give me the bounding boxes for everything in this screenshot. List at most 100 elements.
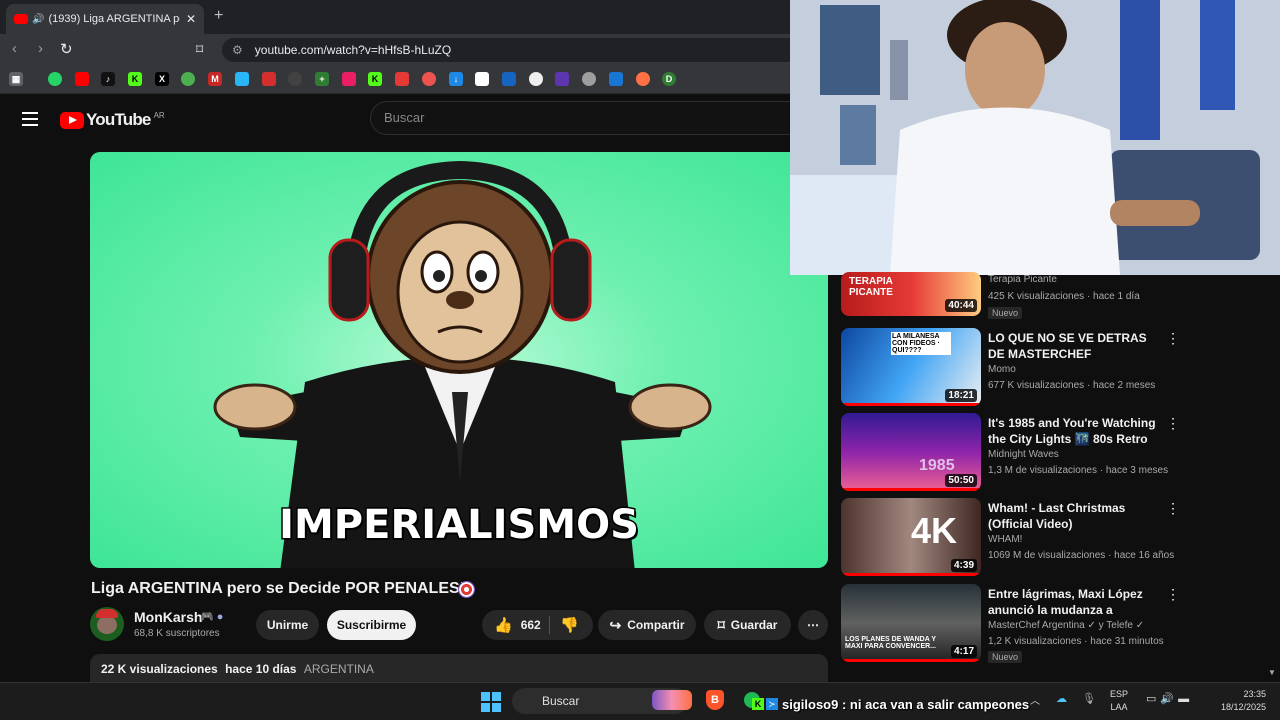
- recommendation-channel[interactable]: WHAM!: [988, 534, 1022, 545]
- sheet-bookmark-icon[interactable]: +: [315, 72, 329, 86]
- description-box[interactable]: 22 K visualizaciones hace 10 días ARGENT…: [90, 654, 828, 684]
- recommendation-meta: 1,3 M de visualizaciones · hace 3 meses: [988, 465, 1169, 476]
- photo-bookmark-icon[interactable]: [475, 72, 489, 86]
- recommendation-channel[interactable]: Momo: [988, 364, 1016, 375]
- recommendation-item[interactable]: 4K 4:39 Wham! - Last Christmas (Official…: [841, 498, 1271, 578]
- recommendation-item[interactable]: LOS PLANES DE WANDA Y MAXI PARA CONVENCE…: [841, 584, 1271, 664]
- save-button[interactable]: ⌑ Guardar: [704, 610, 791, 640]
- tiktok-icon[interactable]: ♪: [101, 72, 115, 86]
- circle-bookmark-icon[interactable]: [422, 72, 436, 86]
- stats-bookmark-icon[interactable]: [262, 72, 276, 86]
- language-indicator[interactable]: ESP LAA: [1110, 688, 1128, 714]
- recommendation-thumbnail[interactable]: LOS PLANES DE WANDA Y MAXI PARA CONVENCE…: [841, 584, 981, 662]
- recommendation-title[interactable]: Wham! - Last Christmas (Official Video): [988, 500, 1158, 532]
- headset-bookmark-icon[interactable]: [288, 72, 302, 86]
- recommendation-item[interactable]: TERAPIA PICANTE 40:44 Terapia Picante 42…: [841, 258, 1271, 338]
- blocks-bookmark-icon[interactable]: [502, 72, 516, 86]
- battery-icon[interactable]: ▬: [1178, 693, 1193, 705]
- kick-bookmark-icon[interactable]: K: [368, 72, 382, 86]
- new-tab-button[interactable]: +: [214, 7, 223, 25]
- purple-bookmark-icon[interactable]: [555, 72, 569, 86]
- windows-start-icon[interactable]: [481, 692, 501, 712]
- scroll-down-arrow-icon[interactable]: ▼: [1268, 668, 1276, 677]
- site-info-icon[interactable]: ⚙: [232, 43, 243, 57]
- x-twitter-icon[interactable]: X: [155, 72, 169, 86]
- share-button[interactable]: ↪ Compartir: [598, 610, 696, 640]
- join-button[interactable]: Unirme: [256, 610, 319, 640]
- stream-chat-message: sigiloso9 : ni aca van a salir campeones: [782, 697, 1030, 712]
- share-arrow-icon: ↪: [609, 616, 622, 633]
- recommendation-title[interactable]: Entre lágrimas, Maxi López anunció la mu…: [988, 586, 1158, 618]
- more-options-icon[interactable]: ⋮: [1166, 330, 1180, 347]
- address-bar[interactable]: ⚙ youtube.com/watch?v=hHfsB-hLuZQ: [222, 38, 822, 62]
- recommendation-title[interactable]: LO QUE NO SE VE DETRAS DE MASTERCHEF: [988, 330, 1158, 362]
- back-arrow-icon[interactable]: ‹: [12, 40, 17, 57]
- recommendation-thumbnail[interactable]: LA MILANESA CON FIDEOS · QUI???? 18:21: [841, 328, 981, 406]
- watch-progress-bar: [841, 573, 981, 576]
- d-bookmark-icon[interactable]: D: [662, 72, 676, 86]
- tray-overflow-chevron-icon[interactable]: ︿: [1030, 692, 1040, 707]
- kick-icon[interactable]: K: [128, 72, 142, 86]
- reload-icon[interactable]: ↻: [60, 40, 73, 58]
- download-red-icon[interactable]: [395, 72, 409, 86]
- video-duration: 18:21: [945, 389, 977, 402]
- recommendation-channel[interactable]: Terapia Picante: [988, 274, 1057, 285]
- browser-tab[interactable]: 🔊 (1939) Liga ARGENTINA pero ✕: [6, 4, 204, 34]
- tab-close-icon[interactable]: ✕: [186, 12, 196, 26]
- xbox-icon[interactable]: [181, 72, 195, 86]
- mic-tray-icon[interactable]: 🎙: [1082, 692, 1096, 705]
- video-player[interactable]: IMPERIALISMOS: [90, 152, 828, 568]
- more-options-icon[interactable]: ⋮: [1166, 500, 1180, 517]
- menu-icon[interactable]: [22, 112, 38, 126]
- bookmark-star-icon[interactable]: ⌑: [196, 41, 203, 58]
- video-title: Liga ARGENTINA pero se Decide POR PENALE…: [91, 580, 465, 597]
- recommendation-item[interactable]: LA MILANESA CON FIDEOS · QUI???? 18:21 L…: [841, 328, 1271, 408]
- hashtag[interactable]: ARGENTINA: [304, 662, 374, 676]
- recommendation-channel[interactable]: MasterChef Argentina ✓ y Telefe ✓: [988, 620, 1144, 631]
- forward-arrow-icon[interactable]: ›: [38, 40, 43, 57]
- recommendation-title[interactable]: It's 1985 and You're Watching the City L…: [988, 415, 1158, 447]
- network-icon[interactable]: ▭: [1146, 693, 1160, 705]
- channel-avatar[interactable]: [90, 607, 124, 641]
- audio-playing-icon[interactable]: 🔊: [32, 14, 44, 25]
- youtube-bookmark-icon[interactable]: [75, 72, 89, 86]
- channel-name[interactable]: MonKarsh: [134, 609, 202, 625]
- recommendation-thumbnail[interactable]: 4K 4:39: [841, 498, 981, 576]
- youtube-logo[interactable]: YouTube AR: [60, 110, 165, 130]
- search-input[interactable]: Buscar: [370, 101, 800, 135]
- more-options-icon[interactable]: ⋮: [1166, 415, 1180, 432]
- volume-icon[interactable]: 🔊: [1160, 693, 1178, 705]
- youtube-favicon-icon: [14, 14, 28, 24]
- more-actions-button[interactable]: ⋯: [798, 610, 828, 640]
- recommendation-thumbnail[interactable]: TERAPIA PICANTE 40:44: [841, 272, 981, 316]
- game-bookmark-icon[interactable]: [342, 72, 356, 86]
- more-options-icon[interactable]: ⋮: [1166, 586, 1180, 603]
- download-blue-icon[interactable]: ↓: [449, 72, 463, 86]
- vscode-icon[interactable]: ≻: [766, 698, 778, 710]
- gmail-icon[interactable]: M: [208, 72, 222, 86]
- system-tray-icons[interactable]: ▭🔊▬: [1146, 692, 1193, 705]
- brave-browser-icon[interactable]: B: [706, 690, 724, 710]
- apps-grid-icon[interactable]: ▦: [9, 72, 23, 86]
- system-clock[interactable]: 23:35 18/12/2025: [1206, 688, 1266, 714]
- thumbs-up-icon[interactable]: 👍: [494, 616, 513, 634]
- widget-icon[interactable]: [652, 690, 692, 710]
- thumbnail-caption: LA MILANESA CON FIDEOS · QUI????: [891, 332, 951, 355]
- thumbs-down-icon[interactable]: 👎: [560, 616, 579, 634]
- whatsapp-icon[interactable]: [48, 72, 62, 86]
- kick-taskbar-icon[interactable]: K: [752, 698, 764, 710]
- video-duration: 50:50: [945, 474, 977, 487]
- new-badge: Nuevo: [988, 307, 1023, 319]
- recommendation-item[interactable]: 1985 50:50 It's 1985 and You're Watching…: [841, 413, 1271, 493]
- recommendation-thumbnail[interactable]: 1985 50:50: [841, 413, 981, 491]
- orange-bookmark-icon[interactable]: [636, 72, 650, 86]
- football-icon[interactable]: [529, 72, 543, 86]
- recommendation-channel[interactable]: Midnight Waves: [988, 449, 1059, 460]
- youtube-wordmark: YouTube: [86, 110, 151, 129]
- extension-bookmark-icon[interactable]: [235, 72, 249, 86]
- like-count[interactable]: 662: [521, 618, 541, 632]
- docs-bookmark-icon[interactable]: [609, 72, 623, 86]
- gear-bookmark-icon[interactable]: [582, 72, 596, 86]
- subscribe-button[interactable]: Suscribirme: [327, 610, 416, 640]
- cloud-tray-icon[interactable]: ☁: [1056, 692, 1067, 705]
